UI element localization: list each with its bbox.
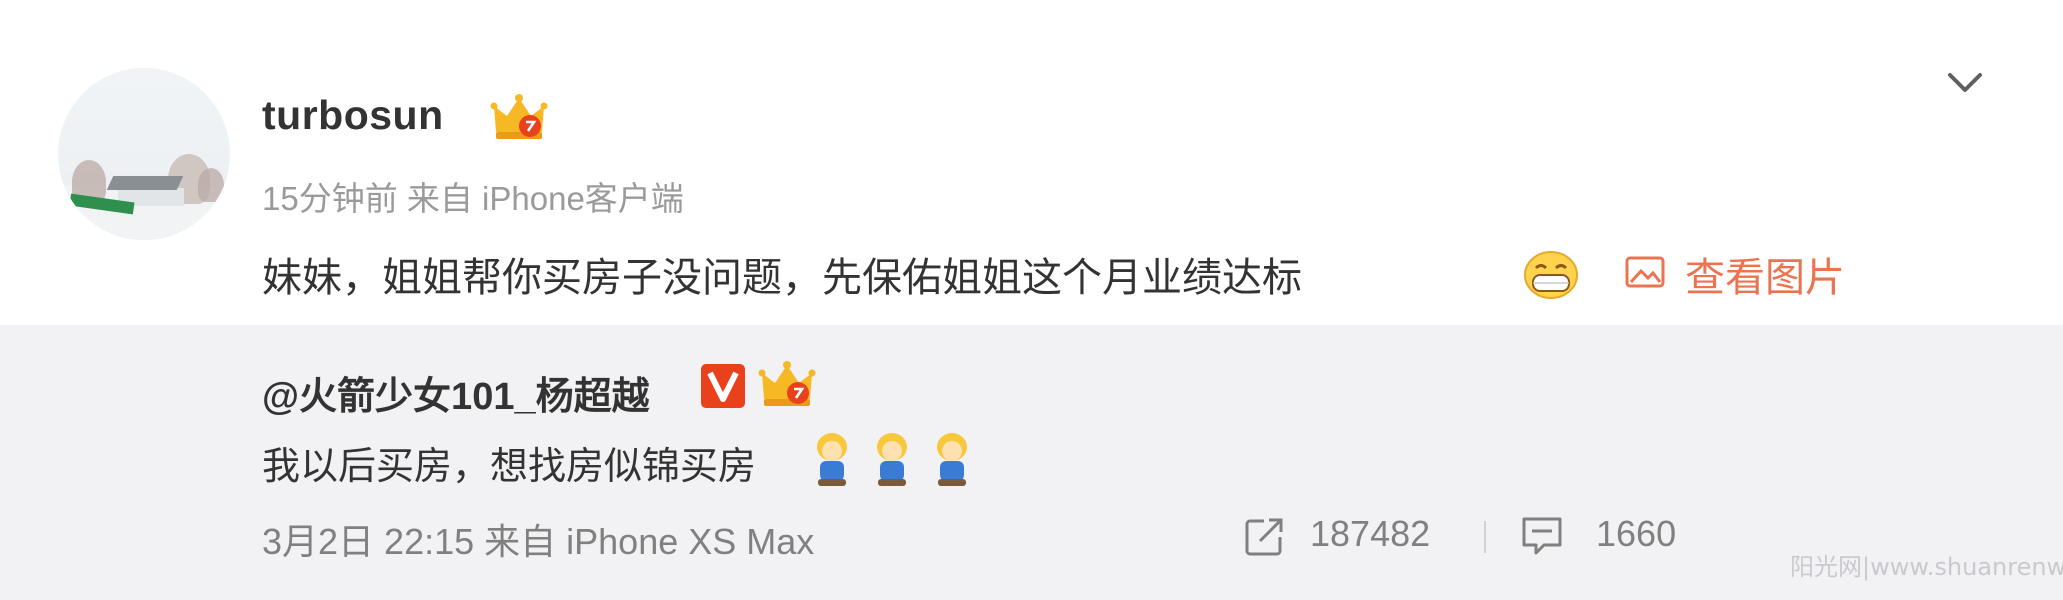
comment-icon[interactable] <box>1520 515 1564 557</box>
doll-emoji-icon <box>877 433 907 486</box>
original-post: turbosun 15分钟前 来自 iPhone客户端 妹妹，姐姐帮你买房子没问… <box>0 0 2063 325</box>
weibo-card: turbosun 15分钟前 来自 iPhone客户端 妹妹，姐姐帮你买房子没问… <box>0 0 2063 600</box>
picture-icon[interactable] <box>1625 256 1665 288</box>
view-picture-link[interactable]: 查看图片 <box>1685 245 1845 303</box>
post-meta: 15分钟前 来自 iPhone客户端 <box>262 180 684 217</box>
chevron-down-icon[interactable] <box>1940 58 1990 108</box>
doll-emoji-icon <box>937 433 967 486</box>
avatar-roof <box>106 176 184 190</box>
crown-icon[interactable] <box>758 359 816 411</box>
divider <box>1484 521 1486 553</box>
avatar-tree <box>198 168 224 202</box>
share-count[interactable]: 187482 <box>1310 513 1430 555</box>
crown-icon[interactable] <box>490 92 548 144</box>
grin-emoji-icon <box>1524 251 1578 299</box>
share-icon[interactable] <box>1244 515 1286 557</box>
verified-v-icon <box>701 364 745 408</box>
repost-username-link[interactable]: @火箭少女101_杨超越 <box>262 365 650 420</box>
username-link[interactable]: turbosun <box>262 92 444 139</box>
comment-count[interactable]: 1660 <box>1596 513 1676 555</box>
repost-content: 我以后买房，想找房似锦买房 <box>262 446 757 488</box>
avatar[interactable] <box>58 68 230 240</box>
doll-emoji-icon <box>817 433 847 486</box>
repost-meta: 3月2日 22:15 来自 iPhone XS Max <box>262 521 815 562</box>
reposted-post: @火箭少女101_杨超越 我以后买房，想找房似锦买房 3月2日 22:15 来自… <box>0 325 2063 600</box>
post-content: 妹妹，姐姐帮你买房子没问题，先保佑姐姐这个月业绩达标 <box>262 256 1302 300</box>
watermark: 阳光网|www.shuanrenwu.net <box>1790 553 2063 581</box>
